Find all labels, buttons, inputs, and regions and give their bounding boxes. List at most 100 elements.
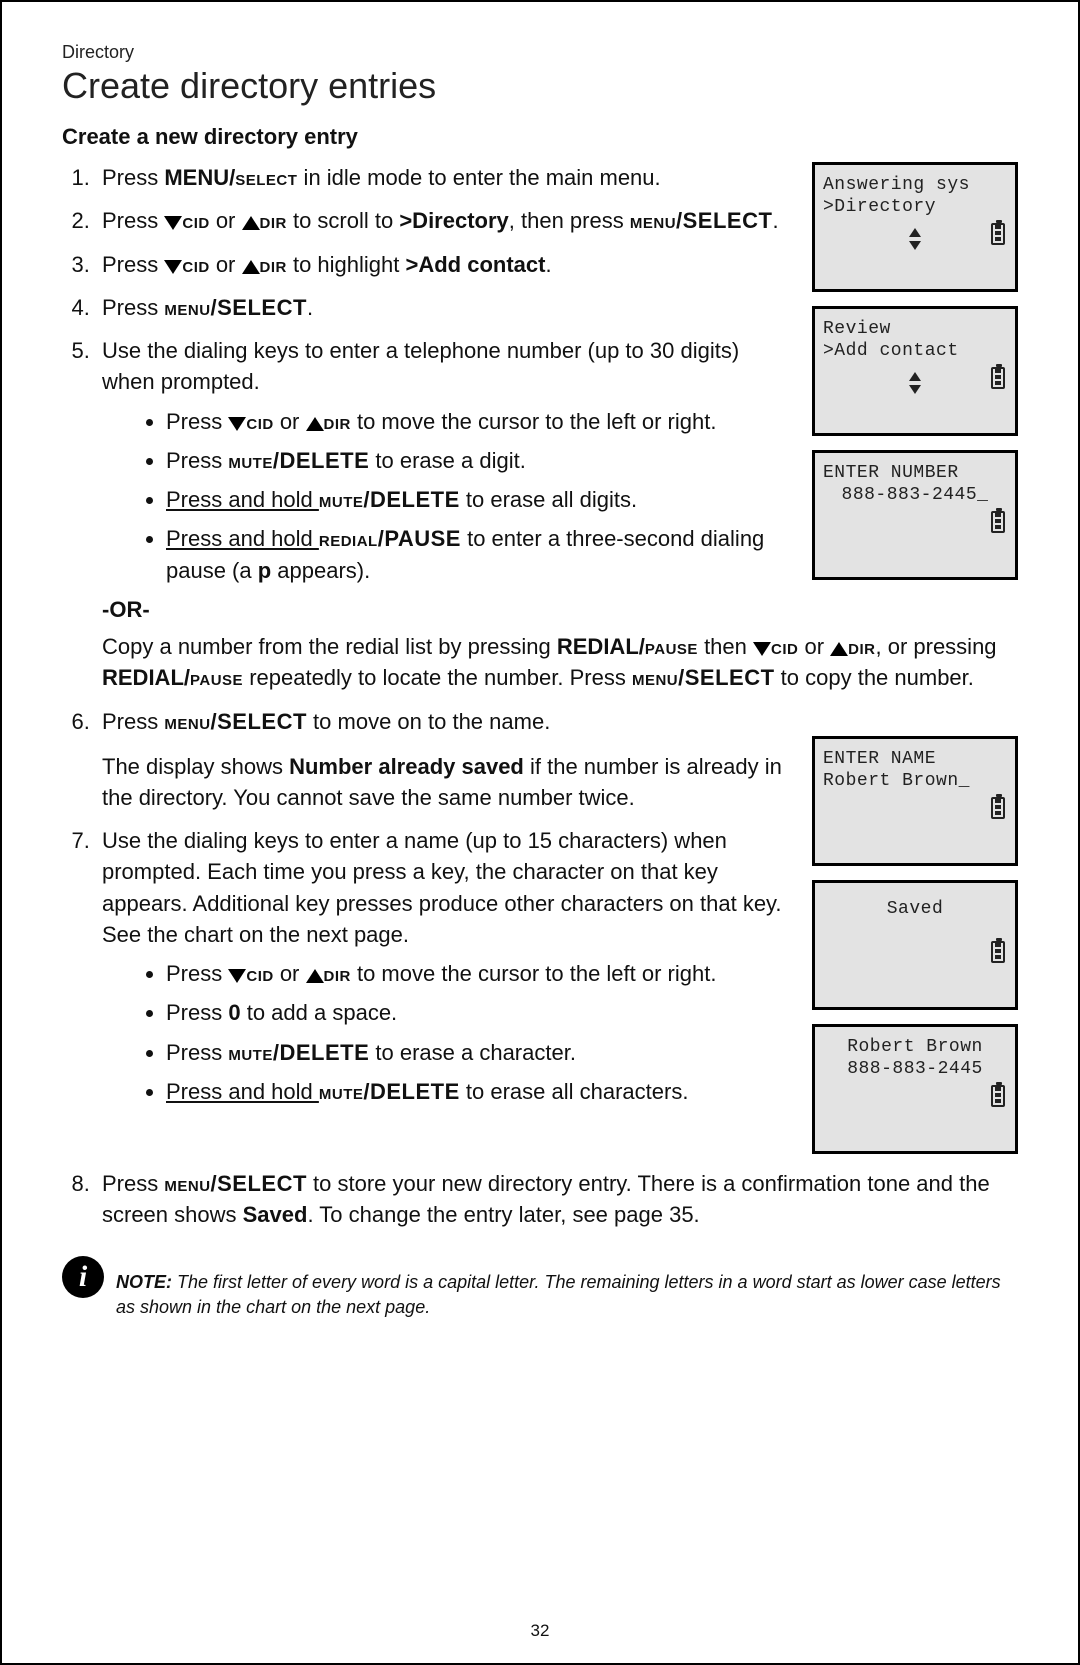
text: Press [166,1000,228,1025]
down-arrow-icon [228,969,246,983]
key-zero: 0 [228,1000,240,1025]
text: or [274,409,306,434]
lcd-line: >Add contact [823,339,1007,365]
lcd-line: >Directory [823,195,1007,221]
text: The first letter of every word is a capi… [116,1272,1001,1317]
body-column: Create a new directory entry Answering s… [62,121,1018,1320]
note-block: i NOTE: The first letter of every word i… [62,1256,1018,1320]
key-redial-pause: redial/PAUSE [319,526,461,551]
text: Press and hold [166,487,319,512]
up-arrow-icon [306,969,324,983]
up-arrow-icon [830,642,848,656]
key-dir: dir [848,634,875,659]
key-menu-select: MENU/select [164,165,297,190]
note-text: NOTE: The first letter of every word is … [116,1256,1018,1320]
text: to erase all characters. [460,1079,689,1104]
text: Press [166,448,228,473]
key-mute-delete: mute/DELETE [228,1040,369,1065]
text: then [698,634,753,659]
key-dir: dir [324,961,351,986]
text: Press [102,252,164,277]
battery-icon [991,367,1005,389]
key-menu-select: menu/SELECT [164,295,307,320]
text: Press and hold [166,1079,319,1104]
down-arrow-icon [228,417,246,431]
text: repeatedly to locate the number. Press [243,665,632,690]
lcd-screen-entry: Robert Brown 888-883-2445 [812,1024,1018,1154]
text: to erase all digits. [460,487,637,512]
battery-icon [991,511,1005,533]
key-dir: dir [260,252,287,277]
key-dir: dir [324,409,351,434]
text: to add a space. [241,1000,398,1025]
battery-icon [991,1085,1005,1107]
menu-target: >Add contact [405,252,545,277]
copy-paragraph: Copy a number from the redial list by pr… [102,631,1018,693]
text: Press [102,709,164,734]
key-menu-select: menu/SELECT [164,709,307,734]
lcd-line: 888-883-2445_ [823,483,1007,509]
text: in idle mode to enter the main menu. [297,165,660,190]
lcd-screen-enter-name: ENTER NAME Robert Brown_ [812,736,1018,866]
text: to erase a digit. [369,448,526,473]
text: or [210,252,242,277]
text: to move the cursor to the left or right. [351,409,717,434]
lcd-line: Robert Brown_ [823,769,1007,795]
step-8: Press menu/SELECT to store your new dire… [96,1168,1018,1230]
battery-icon [991,797,1005,819]
key-cid: cid [182,208,209,233]
text: to move on to the name. [307,709,550,734]
key-mute-delete: mute/DELETE [319,487,460,512]
text: Press [166,409,228,434]
text: Press [102,1171,164,1196]
lcd-line: 888-883-2445 [823,1057,1007,1083]
note-label: NOTE: [116,1272,172,1292]
down-arrow-icon [164,216,182,230]
text: . [545,252,551,277]
battery-icon [991,223,1005,245]
text: Copy a number from the redial list by pr… [102,634,557,659]
down-arrow-icon [164,260,182,274]
info-icon: i [62,1256,104,1298]
manual-page: Directory Create directory entries Creat… [0,0,1080,1665]
text: to erase a character. [369,1040,576,1065]
text: Number already saved [289,754,524,779]
key-mute-delete: mute/DELETE [228,448,369,473]
scroll-icon [815,221,1015,250]
key-menu-select: menu/SELECT [632,665,775,690]
menu-target: >Directory [399,208,508,233]
text: to highlight [287,252,406,277]
text: p [258,558,271,583]
text: to scroll to [287,208,399,233]
breadcrumb: Directory [62,42,1018,63]
key-menu-select: menu/SELECT [630,208,773,233]
key-cid: cid [246,961,273,986]
text: or [798,634,830,659]
text: Press [166,961,228,986]
text: . To change the entry later, see page 35… [307,1202,699,1227]
lcd-screen-saved: Saved [812,880,1018,1010]
key-mute-delete: mute/DELETE [319,1079,460,1104]
text: Press [102,165,164,190]
battery-icon [991,941,1005,963]
key-menu-select: menu/SELECT [164,1171,307,1196]
lcd-screen-add-contact: Review >Add contact [812,306,1018,436]
text: or [274,961,306,986]
or-divider: -OR- [102,594,1018,625]
text: appears). [271,558,370,583]
text: . [772,208,778,233]
text: . [307,295,313,320]
text: The display shows [102,754,289,779]
key-cid: cid [182,252,209,277]
key-cid: cid [771,634,798,659]
text: Saved [243,1202,308,1227]
text: Press [102,208,164,233]
lcd-line: Saved [823,897,1007,923]
key-dir: dir [260,208,287,233]
up-arrow-icon [306,417,324,431]
text: to copy the number. [775,665,974,690]
lcd-screen-directory: Answering sys >Directory [812,162,1018,292]
lcd-screen-enter-number: ENTER NUMBER 888-883-2445_ [812,450,1018,580]
step-6: ENTER NAME Robert Brown_ Saved Robert Br… [96,706,1018,814]
text: , then press [509,208,630,233]
